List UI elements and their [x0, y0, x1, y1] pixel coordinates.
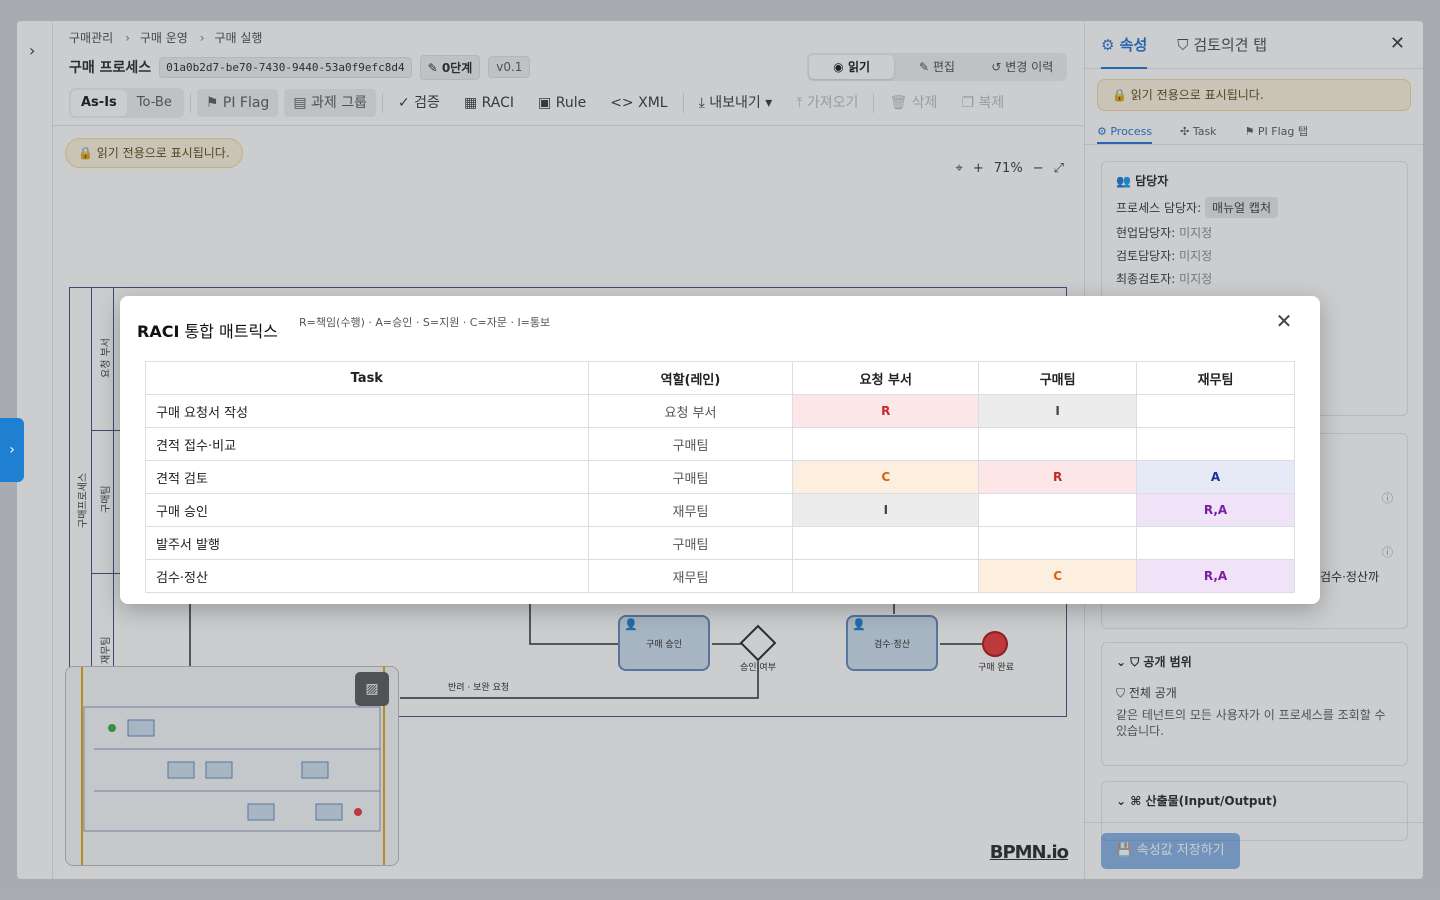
table-row: 구매 승인 재무팀 I R,A: [145, 493, 1295, 527]
role-cell: 구매팀: [587, 460, 794, 494]
table-row: 견적 검토 구매팀 C R A: [145, 460, 1295, 494]
role-cell: 구매팀: [587, 526, 794, 560]
table-row: 발주서 발행 구매팀: [145, 526, 1295, 560]
raci-cell: R,A: [1136, 559, 1295, 593]
raci-cell: [978, 427, 1138, 461]
raci-cell: R,A: [1136, 493, 1295, 527]
raci-cell: I: [792, 493, 980, 527]
task-name-cell: 견적 검토: [145, 460, 589, 494]
raci-cell: [792, 526, 980, 560]
raci-cell: [792, 559, 980, 593]
role-cell: 요청 부서: [587, 394, 794, 428]
column-header: 역할(레인): [587, 361, 794, 395]
raci-table: Task 역할(레인) 요청 부서 구매팀 재무팀 구매 요청서 작성 요청 부서…: [145, 361, 1295, 593]
raci-cell: R: [978, 460, 1138, 494]
chevron-right-icon: ›: [9, 442, 15, 458]
role-cell: 구매팀: [587, 427, 794, 461]
raci-cell: C: [792, 460, 980, 494]
raci-legend: R=책임(수행) · A=승인 · S=지원 · C=자문 · I=통보: [299, 316, 551, 329]
table-row: 견적 접수·비교 구매팀: [145, 427, 1295, 461]
raci-matrix-modal: RACI 통합 매트릭스 R=책임(수행) · A=승인 · S=지원 · C=…: [120, 296, 1320, 604]
raci-cell: A: [1136, 460, 1295, 494]
task-name-cell: 구매 요청서 작성: [145, 394, 589, 428]
modal-title: RACI 통합 매트릭스: [137, 322, 278, 341]
task-name-cell: 견적 접수·비교: [145, 427, 589, 461]
raci-cell: [1136, 427, 1295, 461]
column-header: 구매팀: [978, 361, 1138, 395]
side-expand-button[interactable]: ›: [0, 418, 24, 482]
table-row: 검수·정산 재무팀 C R,A: [145, 559, 1295, 593]
raci-cell: [978, 526, 1138, 560]
raci-cell: [1136, 394, 1295, 428]
task-name-cell: 발주서 발행: [145, 526, 589, 560]
table-header-row: Task 역할(레인) 요청 부서 구매팀 재무팀: [145, 361, 1295, 395]
task-name-cell: 검수·정산: [145, 559, 589, 593]
role-cell: 재무팀: [587, 559, 794, 593]
column-header: Task: [145, 361, 589, 395]
raci-cell: [1136, 526, 1295, 560]
task-name-cell: 구매 승인: [145, 493, 589, 527]
close-icon[interactable]: ✕: [1272, 309, 1296, 333]
raci-cell: C: [978, 559, 1138, 593]
raci-cell: R: [792, 394, 980, 428]
role-cell: 재무팀: [587, 493, 794, 527]
raci-cell: [978, 493, 1138, 527]
raci-cell: I: [978, 394, 1138, 428]
raci-cell: [792, 427, 980, 461]
column-header: 재무팀: [1136, 361, 1295, 395]
table-row: 구매 요청서 작성 요청 부서 R I: [145, 394, 1295, 428]
column-header: 요청 부서: [792, 361, 980, 395]
